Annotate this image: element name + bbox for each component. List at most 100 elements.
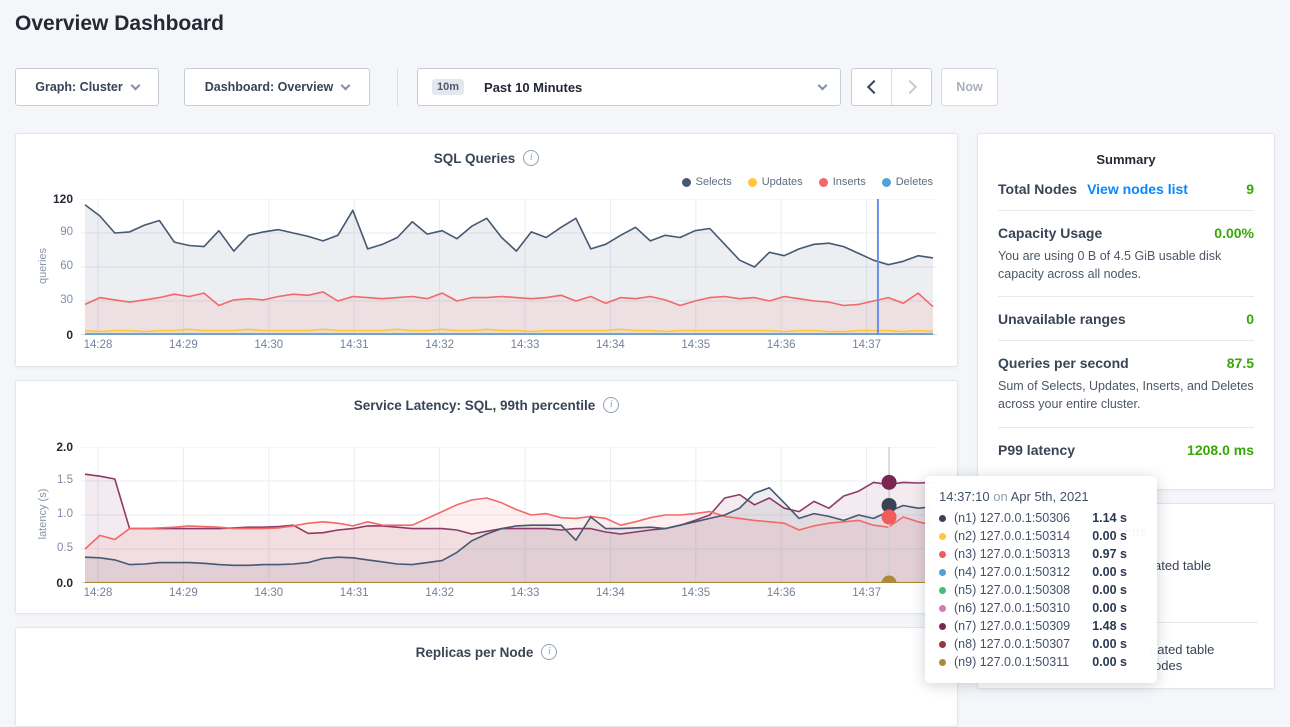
total-nodes-value: 9 <box>1246 181 1254 197</box>
tooltip-row: (n2) 127.0.0.1:503140.00 s <box>939 527 1143 545</box>
capacity-usage-label: Capacity Usage <box>998 225 1102 241</box>
dashboard-dropdown[interactable]: Dashboard: Overview <box>184 68 370 106</box>
x-tick-label: 14:29 <box>158 587 208 599</box>
node-color-dot <box>939 641 946 648</box>
time-prev-button[interactable] <box>852 69 891 105</box>
y-tick-label: 30 <box>16 294 73 306</box>
tooltip-node-value: 1.48 s <box>1092 617 1143 635</box>
y-tick-label: 0.5 <box>16 542 73 554</box>
tooltip-node-label: (n4) 127.0.0.1:50312 <box>954 563 1070 581</box>
x-tick-label: 14:35 <box>671 587 721 599</box>
x-tick-label: 14:36 <box>756 587 806 599</box>
tooltip-timestamp: 14:37:10 on Apr 5th, 2021 <box>939 489 1143 504</box>
x-tick-label: 14:34 <box>585 587 635 599</box>
legend-label: Deletes <box>896 176 933 188</box>
x-tick-label: 14:31 <box>329 587 379 599</box>
tooltip-row: (n3) 127.0.0.1:503130.97 s <box>939 545 1143 563</box>
capacity-usage-value: 0.00% <box>1214 225 1254 241</box>
legend-item-deletes[interactable]: Deletes <box>882 176 933 188</box>
chevron-left-icon <box>866 80 880 94</box>
x-tick-label: 14:33 <box>500 339 550 351</box>
tooltip-node-label: (n2) 127.0.0.1:50314 <box>954 527 1070 545</box>
node-color-dot <box>939 515 946 522</box>
tooltip-node-value: 1.14 s <box>1092 509 1143 527</box>
x-tick-label: 14:32 <box>415 587 465 599</box>
tooltip-row: (n1) 127.0.0.1:50306 1.14 s <box>939 509 1143 527</box>
x-tick-label: 14:30 <box>244 587 294 599</box>
event-item[interactable]: ated table <box>1154 558 1211 573</box>
event-item-line2[interactable]: odes <box>1154 658 1182 673</box>
summary-row-qps: Queries per second 87.5 Sum of Selects, … <box>998 341 1254 427</box>
chevron-down-icon <box>341 81 351 91</box>
summary-panel: Summary Total Nodes View nodes list 9 Ca… <box>977 133 1275 490</box>
service-latency-card: Service Latency: SQL, 99th percentile i … <box>15 380 958 614</box>
tooltip-node-value: 0.00 s <box>1092 653 1143 671</box>
x-tick-label: 14:34 <box>585 339 635 351</box>
tooltip-node-label: (n9) 127.0.0.1:50311 <box>954 653 1069 671</box>
summary-row-unavailable-ranges: Unavailable ranges 0 <box>998 297 1254 341</box>
tooltip-node-value: 0.00 s <box>1092 635 1143 653</box>
tooltip-node-label: (n3) 127.0.0.1:50313 <box>954 545 1070 563</box>
chevron-down-icon <box>818 81 828 91</box>
node-color-dot <box>939 623 946 630</box>
sql-queries-chart[interactable] <box>81 199 937 335</box>
qps-label: Queries per second <box>998 355 1129 371</box>
replicas-per-node-title: Replicas per Node <box>416 645 534 660</box>
chart-hover-tooltip: 14:37:10 on Apr 5th, 2021 (n1) 127.0.0.1… <box>925 476 1157 683</box>
legend-label: Inserts <box>833 176 866 188</box>
p99-latency-label: P99 latency <box>998 442 1075 458</box>
y-tick-label: 60 <box>16 260 73 272</box>
time-range-badge: 10m <box>432 79 464 95</box>
legend-item-inserts[interactable]: Inserts <box>819 176 866 188</box>
tooltip-row: (n6) 127.0.0.1:503100.00 s <box>939 599 1143 617</box>
legend-label: Updates <box>762 176 803 188</box>
tooltip-row: (n4) 127.0.0.1:50312 0.00 s <box>939 563 1143 581</box>
total-nodes-label: Total Nodes <box>998 181 1077 197</box>
node-color-dot <box>939 533 946 540</box>
tooltip-node-label: (n8) 127.0.0.1:50307 <box>954 635 1070 653</box>
node-color-dot <box>939 569 946 576</box>
tooltip-node-value: 0.00 s <box>1092 599 1143 617</box>
graph-dropdown[interactable]: Graph: Cluster <box>15 68 159 106</box>
summary-row-capacity: Capacity Usage 0.00% You are using 0 B o… <box>998 211 1254 297</box>
qps-value: 87.5 <box>1227 355 1254 371</box>
time-step-button-group <box>851 68 932 106</box>
service-latency-chart[interactable] <box>81 447 937 583</box>
time-range-dropdown[interactable]: 10m Past 10 Minutes <box>417 68 841 106</box>
view-nodes-list-link[interactable]: View nodes list <box>1087 181 1188 197</box>
node-color-dot <box>939 659 946 666</box>
summary-row-total-nodes: Total Nodes View nodes list 9 <box>998 167 1254 211</box>
qps-note: Sum of Selects, Updates, Inserts, and De… <box>998 377 1254 413</box>
tooltip-node-label: (n1) 127.0.0.1:50306 <box>954 509 1070 527</box>
node-color-dot <box>939 605 946 612</box>
x-tick-label: 14:31 <box>329 339 379 351</box>
chart-legend: Selects Updates Inserts Deletes <box>682 176 933 188</box>
legend-dot <box>682 178 691 187</box>
y-tick-label: 2.0 <box>16 440 73 454</box>
tooltip-node-label: (n7) 127.0.0.1:50309 <box>954 617 1070 635</box>
y-tick-label: 90 <box>16 226 73 238</box>
now-button[interactable]: Now <box>941 68 998 106</box>
x-tick-label: 14:28 <box>73 339 123 351</box>
info-icon[interactable]: i <box>523 150 539 166</box>
event-item[interactable]: eated table <box>1150 642 1214 657</box>
summary-row-p99: P99 latency 1208.0 ms <box>998 428 1254 471</box>
x-tick-label: 14:35 <box>671 339 721 351</box>
time-next-button[interactable] <box>891 69 931 105</box>
legend-item-selects[interactable]: Selects <box>682 176 732 188</box>
y-tick-label: 120 <box>16 192 73 206</box>
legend-dot <box>882 178 891 187</box>
y-tick-label: 1.5 <box>16 474 73 486</box>
legend-item-updates[interactable]: Updates <box>748 176 803 188</box>
capacity-usage-note: You are using 0 B of 4.5 GiB usable disk… <box>998 247 1254 283</box>
tooltip-row: (n5) 127.0.0.1:503080.00 s <box>939 581 1143 599</box>
info-icon[interactable]: i <box>603 397 619 413</box>
service-latency-title: Service Latency: SQL, 99th percentile <box>354 398 596 413</box>
unavailable-ranges-label: Unavailable ranges <box>998 311 1126 327</box>
y-tick-label: 0 <box>16 328 73 342</box>
info-icon[interactable]: i <box>541 644 557 660</box>
sql-queries-title: SQL Queries <box>434 151 516 166</box>
tooltip-node-value: 0.00 s <box>1092 563 1143 581</box>
tooltip-row: (n9) 127.0.0.1:50311 0.00 s <box>939 653 1143 671</box>
legend-dot <box>819 178 828 187</box>
